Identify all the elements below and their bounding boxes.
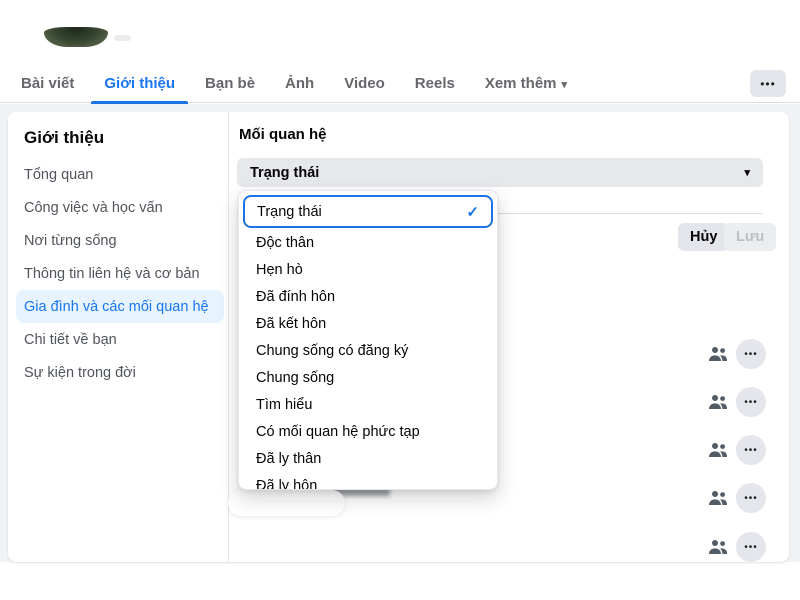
- save-button-disabled[interactable]: Lưu: [724, 223, 776, 251]
- blurred-redaction-patch: [228, 490, 345, 516]
- chevron-down-icon: ▾: [562, 79, 568, 91]
- sidebar-item-overview[interactable]: Tổng quan: [16, 158, 224, 191]
- tab-see-more[interactable]: Xem thêm ▾: [470, 65, 582, 103]
- family-member-row: •••: [708, 339, 768, 369]
- check-icon: ✓: [466, 203, 479, 221]
- about-card: Giới thiệu Tổng quan Công việc và học vấ…: [8, 112, 789, 562]
- sidebar-item-family-relationships[interactable]: Gia đình và các mối quan hệ: [16, 290, 224, 323]
- profile-header: Bài viết Giới thiệu Bạn bè Ảnh Video Ree…: [0, 0, 800, 103]
- dropdown-option[interactable]: Độc thân: [239, 229, 497, 256]
- tab-about[interactable]: Giới thiệu: [89, 65, 190, 103]
- dropdown-option[interactable]: Đã ly hôn: [239, 472, 497, 490]
- tab-friends[interactable]: Bạn bè: [190, 65, 270, 103]
- dropdown-option[interactable]: Có mối quan hệ phức tạp: [239, 418, 497, 445]
- caret-down-icon: ▾: [744, 166, 750, 179]
- cancel-button[interactable]: Hủy: [678, 223, 729, 251]
- dropdown-option[interactable]: Chung sống có đăng ký: [239, 337, 497, 364]
- relationship-status-dropdown: Trạng thái ✓ Độc thân Hẹn hò Đã đính hôn…: [238, 190, 498, 490]
- family-member-row: •••: [708, 532, 768, 562]
- dropdown-option[interactable]: Đã đính hôn: [239, 283, 497, 310]
- people-icon: [708, 394, 728, 410]
- tab-reels[interactable]: Reels: [400, 65, 470, 103]
- dropdown-option[interactable]: Chung sống: [239, 364, 497, 391]
- dropdown-selected-label: Trạng thái: [257, 204, 322, 220]
- dropdown-options-list: Độc thân Hẹn hò Đã đính hôn Đã kết hôn C…: [239, 229, 497, 490]
- select-value: Trạng thái: [250, 165, 319, 181]
- tab-see-more-label: Xem thêm: [485, 75, 557, 92]
- section-title: Mối quan hệ: [239, 126, 327, 143]
- profile-more-button[interactable]: •••: [750, 70, 786, 97]
- sidebar-item-details-about-you[interactable]: Chi tiết về bạn: [16, 323, 224, 356]
- people-icon: [708, 442, 728, 458]
- member-options-button[interactable]: •••: [736, 435, 766, 465]
- profile-avatar[interactable]: [44, 27, 108, 47]
- sidebar-item-life-events[interactable]: Sự kiện trong đời: [16, 356, 224, 389]
- about-section-background: Giới thiệu Tổng quan Công việc và học vấ…: [0, 104, 800, 562]
- dropdown-option[interactable]: Đã ly thân: [239, 445, 497, 472]
- sidebar-title: Giới thiệu: [24, 128, 104, 148]
- about-sidebar: Giới thiệu Tổng quan Công việc và học vấ…: [8, 112, 229, 562]
- profile-tab-bar: Bài viết Giới thiệu Bạn bè Ảnh Video Ree…: [6, 65, 582, 103]
- blurred-artifact: [114, 35, 131, 41]
- dropdown-option[interactable]: Tìm hiểu: [239, 391, 497, 418]
- dropdown-option-selected[interactable]: Trạng thái ✓: [243, 195, 493, 228]
- relationship-status-select[interactable]: Trạng thái ▾: [237, 158, 763, 187]
- sidebar-list: Tổng quan Công việc và học vấn Nơi từng …: [16, 158, 224, 389]
- facebook-about-page: Bài viết Giới thiệu Bạn bè Ảnh Video Ree…: [0, 0, 800, 600]
- people-icon: [708, 490, 728, 506]
- family-member-row: •••: [708, 387, 768, 417]
- member-options-button[interactable]: •••: [736, 339, 766, 369]
- tab-videos[interactable]: Video: [329, 65, 400, 103]
- member-options-button[interactable]: •••: [736, 483, 766, 513]
- dropdown-option[interactable]: Hẹn hò: [239, 256, 497, 283]
- people-icon: [708, 539, 728, 555]
- tab-photos[interactable]: Ảnh: [270, 65, 329, 103]
- sidebar-item-places-lived[interactable]: Nơi từng sống: [16, 224, 224, 257]
- member-options-button[interactable]: •••: [736, 532, 766, 562]
- people-icon: [708, 346, 728, 362]
- family-member-row: •••: [708, 435, 768, 465]
- tab-posts[interactable]: Bài viết: [6, 65, 89, 103]
- member-options-button[interactable]: •••: [736, 387, 766, 417]
- sidebar-item-work-education[interactable]: Công việc và học vấn: [16, 191, 224, 224]
- sidebar-item-contact-basic-info[interactable]: Thông tin liên hệ và cơ bản: [16, 257, 224, 290]
- family-member-row: •••: [708, 483, 768, 513]
- relationship-panel: Mối quan hệ Trạng thái ▾ Hủy Lưu ••• •••: [230, 112, 789, 562]
- dropdown-option[interactable]: Đã kết hôn: [239, 310, 497, 337]
